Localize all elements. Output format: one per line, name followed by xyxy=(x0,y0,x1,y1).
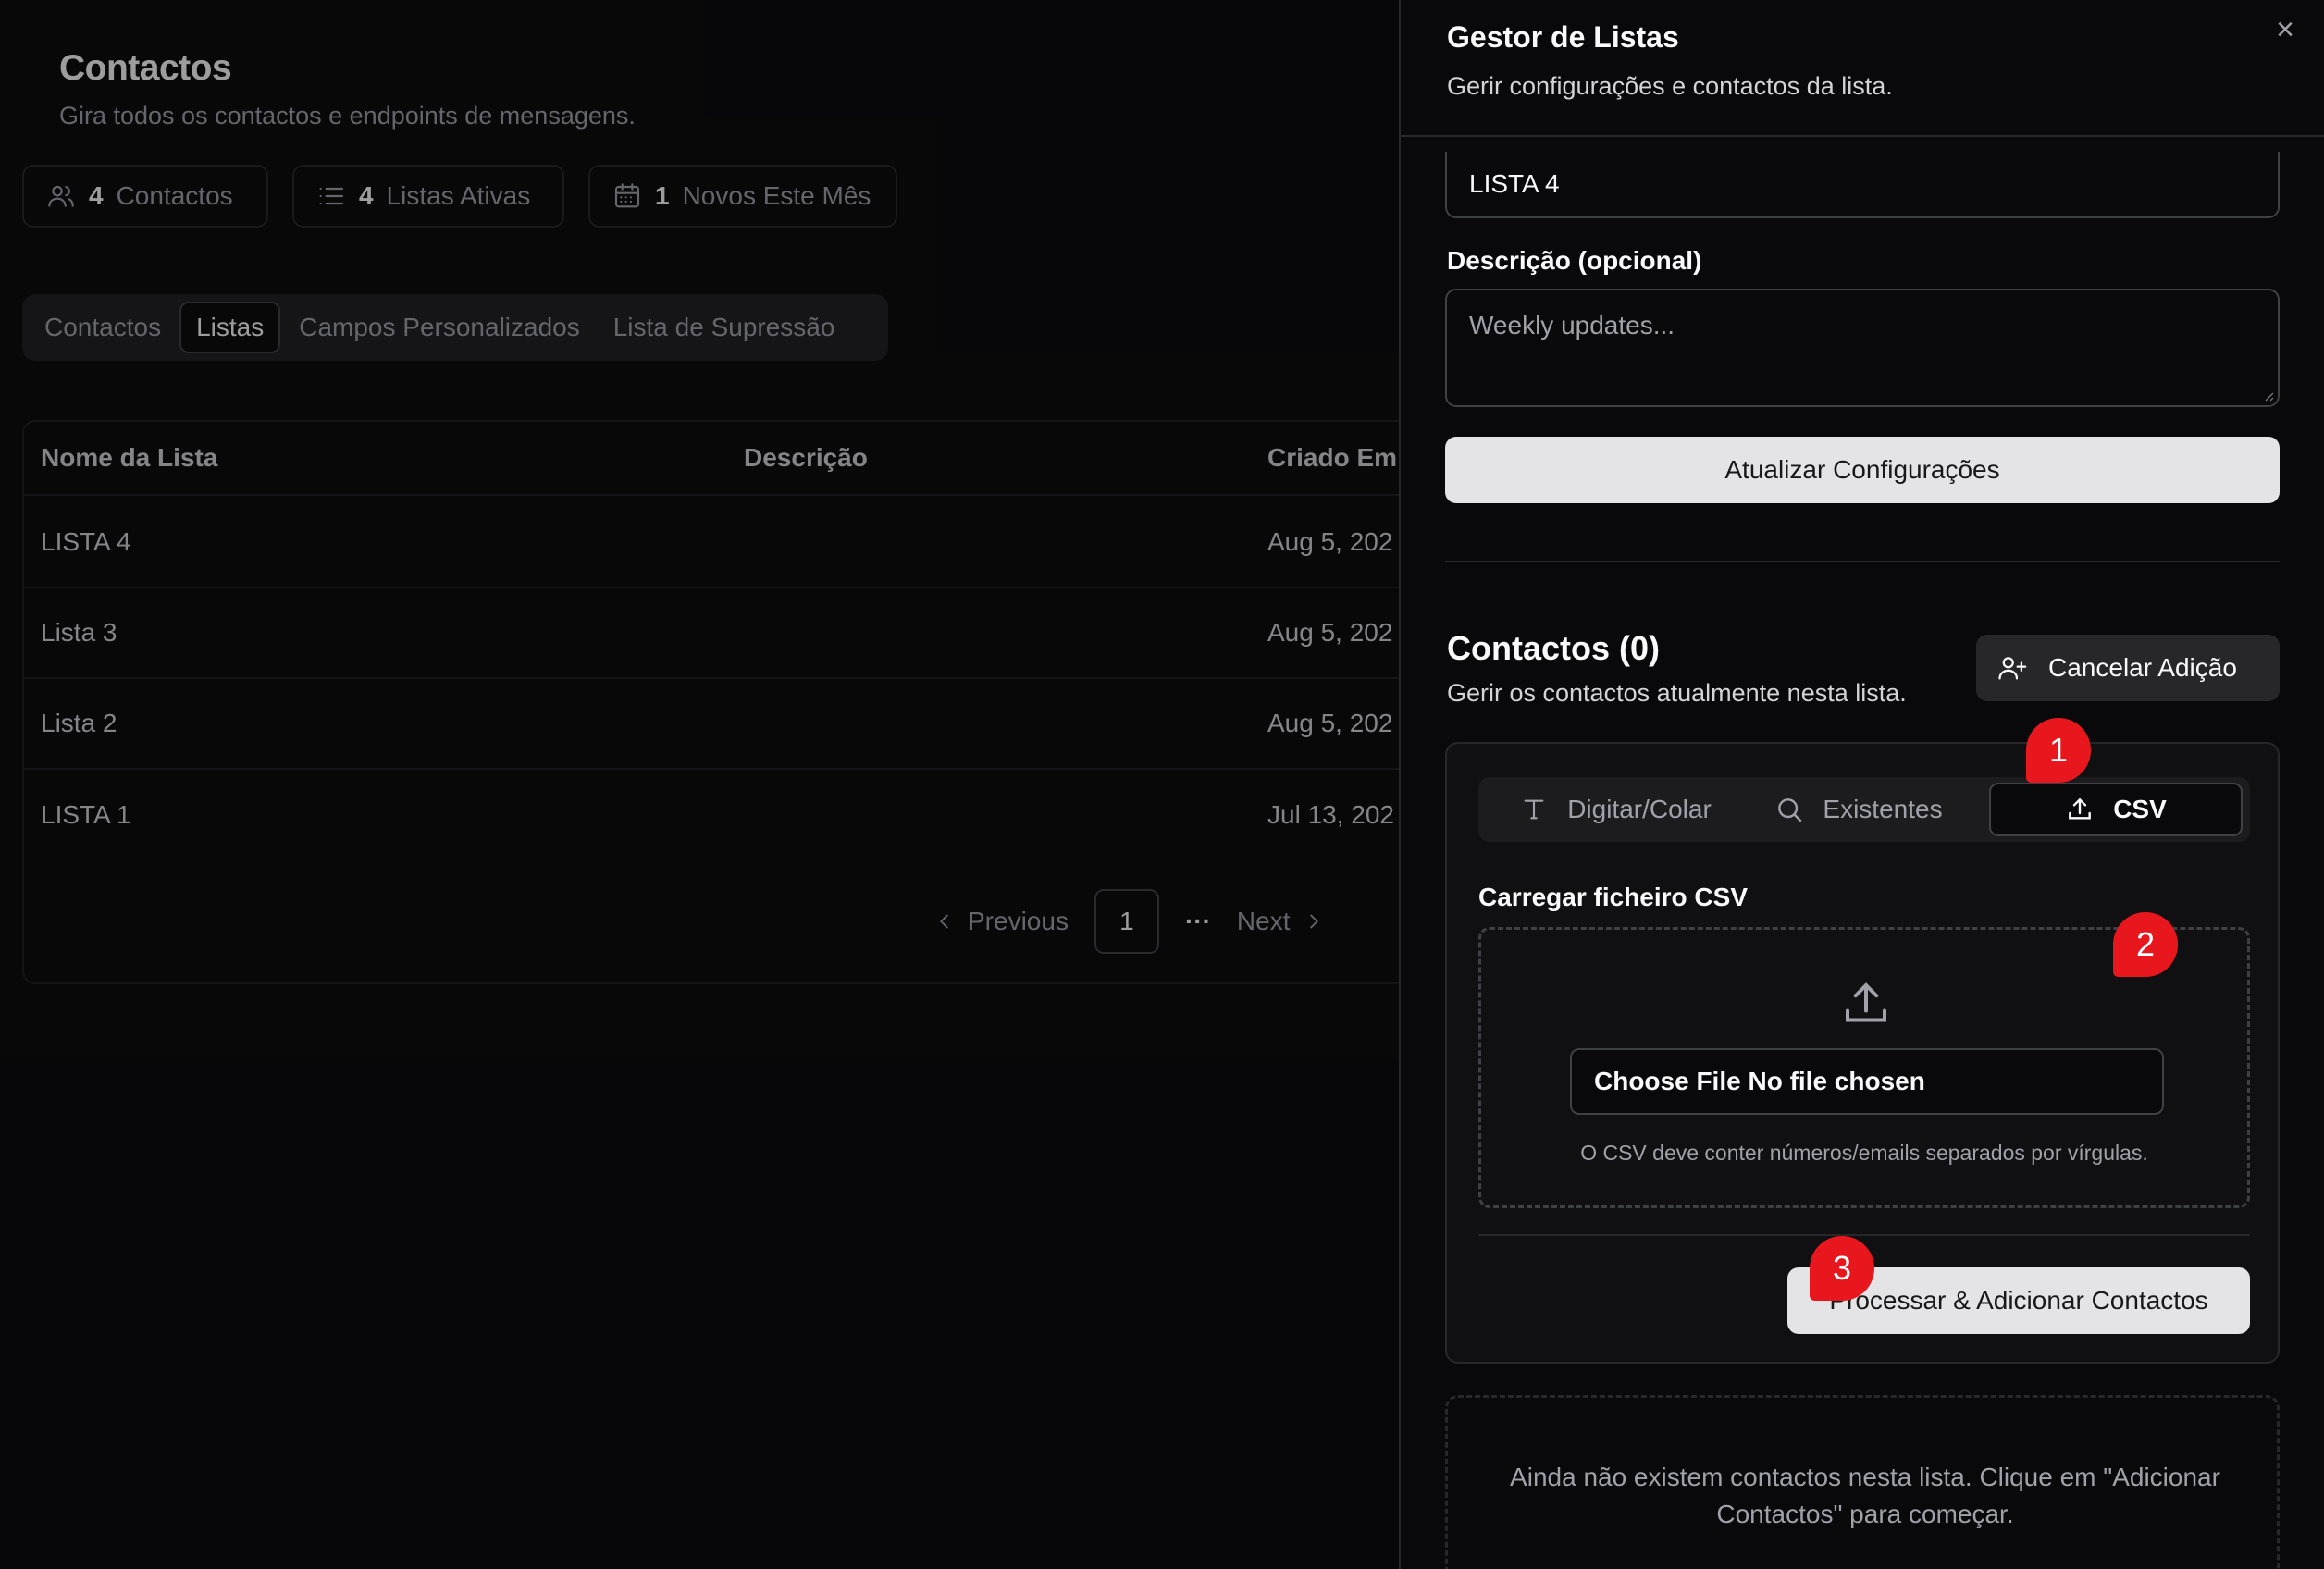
users-icon xyxy=(48,185,74,207)
list-name-cell: LISTA 1 xyxy=(41,800,131,829)
table-header: Nome da Lista Descrição Criado Em xyxy=(24,422,1408,496)
page-title: Contactos xyxy=(59,48,232,88)
column-header-created[interactable]: Criado Em xyxy=(1267,422,1397,494)
panel-title: Gestor de Listas xyxy=(1447,20,1679,54)
description-placeholder: Weekly updates... xyxy=(1469,311,1675,340)
stat-label: Contactos xyxy=(116,181,233,210)
close-icon[interactable]: × xyxy=(2268,12,2302,47)
csv-upload-label: Carregar ficheiro CSV xyxy=(1478,883,1748,911)
cancel-add-button[interactable]: Cancelar Adição xyxy=(1976,635,2280,701)
column-header-name[interactable]: Nome da Lista xyxy=(41,422,217,494)
background-page: Contactos Gira todos os contactos e endp… xyxy=(0,0,1410,1569)
next-page-button[interactable]: Next xyxy=(1237,907,1324,936)
page-subtitle: Gira todos os contactos e endpoints de m… xyxy=(59,102,636,130)
description-textarea[interactable]: Weekly updates... xyxy=(1445,289,2280,407)
contacts-section-title: Contactos (0) xyxy=(1447,629,1661,667)
section-divider xyxy=(1445,561,2280,562)
chevron-left-icon xyxy=(940,914,948,929)
resize-grip-icon[interactable] xyxy=(2261,389,2274,402)
mode-existing[interactable]: Existentes xyxy=(1752,783,1965,836)
csv-file-input[interactable]: Choose File No file chosen xyxy=(1570,1048,2164,1115)
description-label: Descrição (opcional) xyxy=(1447,246,1702,275)
calendar-icon xyxy=(614,183,640,208)
stat-value: 4 xyxy=(359,181,374,210)
stat-new-this-month: 1 Novos Este Mês xyxy=(588,165,897,228)
list-created-cell: Aug 5, 202 xyxy=(1267,527,1393,556)
annotation-marker-3: 3 xyxy=(1810,1236,1874,1301)
csv-help-text: O CSV deve conter números/emails separad… xyxy=(1580,1141,2148,1165)
stat-contacts: 4 Contactos xyxy=(22,165,268,228)
mode-label: Digitar/Colar xyxy=(1567,795,1712,823)
user-plus-icon xyxy=(1998,657,2027,680)
stat-label: Listas Ativas xyxy=(386,181,531,210)
previous-page-button[interactable]: Previous xyxy=(934,907,1069,936)
panel-header: Gestor de Listas Gerir configurações e c… xyxy=(1401,0,2324,137)
search-icon xyxy=(1778,798,1802,822)
annotation-marker-2: 2 xyxy=(2113,912,2178,977)
column-header-description[interactable]: Descrição xyxy=(744,422,868,494)
list-name-input[interactable]: LISTA 4 xyxy=(1445,152,2280,218)
mode-csv[interactable]: CSV xyxy=(1989,783,2243,836)
mode-label: Existentes xyxy=(1823,795,1943,823)
tab-listas[interactable]: Listas xyxy=(179,302,281,353)
table-row[interactable]: Lista 3 Aug 5, 202 xyxy=(24,588,1408,679)
contacts-section-subtitle: Gerir os contactos atualmente nesta list… xyxy=(1447,679,1907,707)
tab-campos-personalizados[interactable]: Campos Personalizados xyxy=(284,302,595,353)
pagination: Previous 1 ··· Next xyxy=(934,888,1324,955)
pagination-ellipsis: ··· xyxy=(1184,907,1211,935)
list-created-cell: Aug 5, 202 xyxy=(1267,709,1393,737)
page-number-button[interactable]: 1 xyxy=(1094,889,1159,954)
add-mode-switcher: Digitar/Colar Existentes CSV xyxy=(1478,777,2250,842)
chevron-right-icon xyxy=(1309,914,1318,929)
update-settings-button[interactable]: Atualizar Configurações xyxy=(1445,437,2280,503)
list-name-cell: LISTA 4 xyxy=(41,527,131,556)
table-row[interactable]: Lista 2 Aug 5, 202 xyxy=(24,679,1408,770)
annotation-marker-1: 1 xyxy=(2026,718,2091,783)
mode-type-paste[interactable]: Digitar/Colar xyxy=(1497,783,1734,836)
upload-icon xyxy=(1846,982,1886,1022)
list-icon xyxy=(319,187,344,205)
list-name-cell: Lista 2 xyxy=(41,709,117,737)
stat-value: 1 xyxy=(655,181,670,210)
stat-label: Novos Este Mês xyxy=(682,181,872,210)
stat-value: 4 xyxy=(89,181,104,210)
empty-contacts-text: Ainda não existem contactos nesta lista.… xyxy=(1510,1463,2220,1528)
previous-label: Previous xyxy=(968,907,1069,935)
upload-icon xyxy=(2069,797,2092,820)
table-row[interactable]: LISTA 1 Jul 13, 202 xyxy=(24,770,1408,860)
list-manager-panel: Gestor de Listas Gerir configurações e c… xyxy=(1399,0,2324,1569)
empty-contacts-state: Ainda não existem contactos nesta lista.… xyxy=(1445,1395,2280,1569)
list-created-cell: Jul 13, 202 xyxy=(1267,800,1394,829)
tab-contactos[interactable]: Contactos xyxy=(30,302,176,353)
stat-lists: 4 Listas Ativas xyxy=(292,165,564,228)
card-divider xyxy=(1478,1234,2250,1236)
tab-lista-de-supressao[interactable]: Lista de Supressão xyxy=(599,302,850,353)
tabs-bar: Contactos Listas Campos Personalizados L… xyxy=(22,294,888,361)
cancel-add-label: Cancelar Adição xyxy=(2048,653,2237,682)
next-label: Next xyxy=(1236,907,1291,935)
mode-label: CSV xyxy=(2113,795,2167,823)
panel-subtitle: Gerir configurações e contactos da lista… xyxy=(1447,72,1893,100)
list-created-cell: Aug 5, 202 xyxy=(1267,618,1393,647)
table-row[interactable]: LISTA 4 Aug 5, 202 xyxy=(24,498,1408,588)
list-name-cell: Lista 3 xyxy=(41,618,117,647)
text-icon xyxy=(1524,799,1544,820)
